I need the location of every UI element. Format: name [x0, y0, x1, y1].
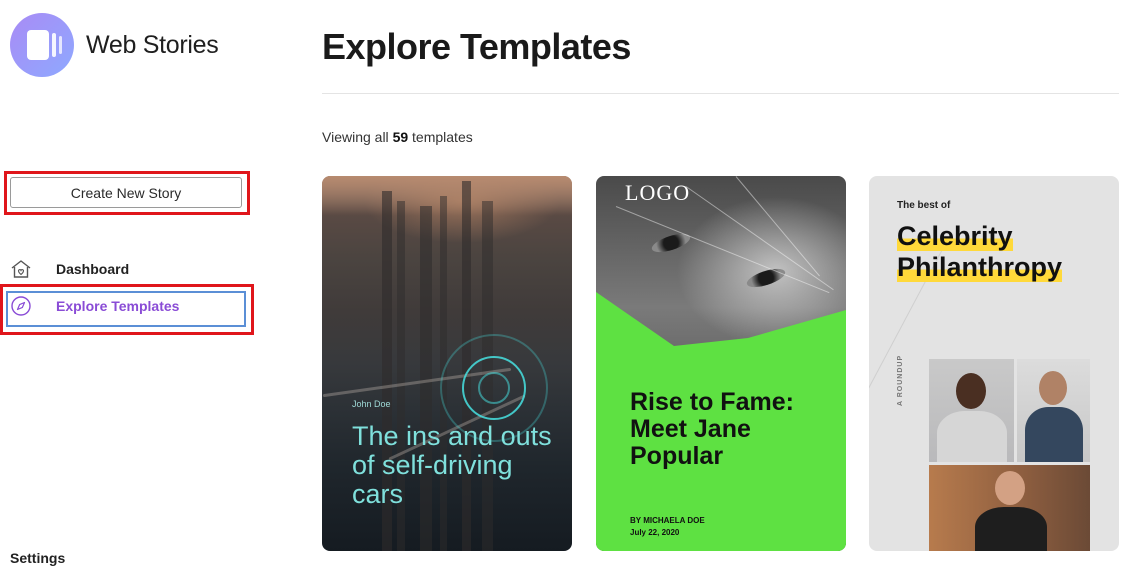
- sidebar-item-label: Explore Templates: [56, 298, 180, 314]
- portrait-image: [929, 359, 1014, 462]
- card-title: Rise to Fame: Meet Jane Popular: [630, 388, 794, 470]
- template-card-celebrity-philanthropy[interactable]: The best of Celebrity Philanthropy A ROU…: [869, 176, 1119, 551]
- card-title: The ins and outs of self-driving cars: [352, 421, 552, 509]
- template-card-self-driving-cars[interactable]: John Doe The ins and outs of self-drivin…: [322, 176, 572, 551]
- card-author: John Doe: [352, 399, 391, 409]
- template-count-value: 59: [392, 129, 409, 145]
- card-title: Celebrity Philanthropy: [897, 221, 1063, 282]
- brand-name: Web Stories: [86, 30, 219, 59]
- sidebar: Web Stories Create New Story Dashboard E…: [0, 0, 300, 574]
- card-side-label: A ROUNDUP: [897, 354, 904, 406]
- compass-icon: [8, 294, 34, 318]
- template-card-rise-to-fame[interactable]: LOGO Rise to Fame: Meet Jane Popular BY …: [596, 176, 846, 551]
- sidebar-item-settings[interactable]: Settings: [10, 550, 65, 566]
- sidebar-item-explore-templates[interactable]: Explore Templates: [8, 294, 179, 318]
- portrait-image: [929, 465, 1090, 551]
- sidebar-item-dashboard[interactable]: Dashboard: [8, 257, 129, 281]
- page-title: Explore Templates: [322, 26, 631, 67]
- divider: [322, 93, 1119, 94]
- card-date: July 22, 2020: [630, 528, 680, 537]
- card-logo: LOGO: [625, 180, 691, 205]
- sidebar-item-label: Dashboard: [56, 261, 130, 277]
- portrait-image: [1017, 359, 1090, 462]
- template-count: Viewing all 59 templates: [322, 129, 473, 145]
- brand[interactable]: Web Stories: [10, 13, 219, 77]
- card-byline: BY MICHAELA DOE: [630, 516, 705, 525]
- create-new-story-button[interactable]: Create New Story: [10, 177, 242, 208]
- web-stories-logo-icon: [10, 13, 74, 77]
- card-kicker: The best of: [897, 200, 951, 211]
- home-icon: [8, 257, 34, 281]
